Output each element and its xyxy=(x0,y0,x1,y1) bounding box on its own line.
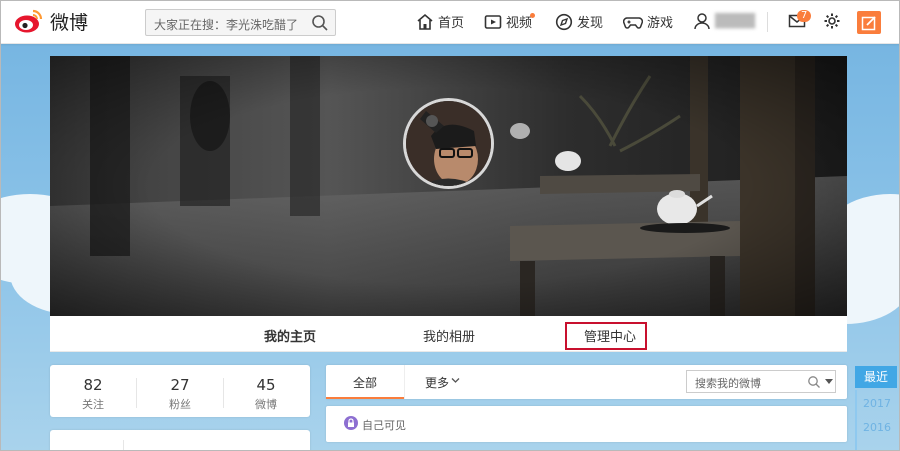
info-card xyxy=(50,430,310,451)
timeline-year-2016[interactable]: 2016 xyxy=(863,421,891,434)
stat-posts[interactable]: 45 微博 xyxy=(223,376,309,412)
timeline-recent[interactable]: 最近 xyxy=(855,366,897,388)
video-new-dot xyxy=(530,13,535,18)
profile-avatar[interactable] xyxy=(403,98,494,189)
feed-tab-more[interactable]: 更多 xyxy=(425,365,475,399)
user-icon xyxy=(694,13,710,30)
user-name: ████ xyxy=(715,13,755,29)
avatar-image xyxy=(406,101,491,186)
feed-search-placeholder: 搜索我的微博 xyxy=(695,377,761,390)
game-icon xyxy=(623,16,643,29)
notification-count-badge: 7 xyxy=(797,10,812,22)
nav-item-game[interactable]: 游戏 xyxy=(623,12,673,31)
dropdown-arrow-icon[interactable] xyxy=(825,379,833,385)
post-visibility-row: 自己可见 xyxy=(326,406,847,442)
discover-icon xyxy=(555,13,573,30)
edit-icon xyxy=(861,15,876,30)
timeline-year-2017[interactable]: 2017 xyxy=(863,397,891,410)
feed-tab-more-label: 更多 xyxy=(425,376,450,390)
nav-discover-label: 发现 xyxy=(577,16,604,31)
management-center-highlight xyxy=(565,322,647,350)
feed-tab-divider xyxy=(404,365,405,399)
nav-home-label: 首页 xyxy=(438,16,465,31)
search-input[interactable]: 大家正在搜：李光洙吃醋了 xyxy=(145,9,336,36)
feed-tab-all-label: 全部 xyxy=(353,376,378,390)
posts-label: 微博 xyxy=(255,398,277,411)
tab-my-home[interactable]: 我的主页 xyxy=(264,326,316,345)
search-icon[interactable] xyxy=(807,375,821,389)
lock-icon xyxy=(344,416,358,430)
gear-icon xyxy=(824,13,840,29)
chevron-down-icon xyxy=(451,378,460,383)
stat-followers[interactable]: 27 粉丝 xyxy=(137,376,223,412)
top-navigation-bar: 微博 大家正在搜：李光洙吃醋了 首页 视频 发现 游戏 ████ 7 xyxy=(0,0,900,44)
video-icon xyxy=(484,14,502,29)
profile-tab-bar: 我的主页 我的相册 管理中心 xyxy=(50,316,847,352)
feed-active-indicator xyxy=(326,397,404,399)
card-divider xyxy=(123,440,124,451)
nav-game-label: 游戏 xyxy=(647,16,674,31)
followers-label: 粉丝 xyxy=(169,398,191,411)
nav-item-home[interactable]: 首页 xyxy=(416,12,464,31)
compose-button[interactable] xyxy=(857,11,881,34)
logo-text: 微博 xyxy=(50,11,89,34)
settings-button[interactable] xyxy=(823,12,845,30)
home-icon xyxy=(417,13,433,30)
search-icon[interactable] xyxy=(311,14,329,32)
visibility-label: 自己可见 xyxy=(362,419,406,432)
user-profile-link[interactable]: ████ xyxy=(693,12,755,30)
nav-item-video[interactable]: 视频 xyxy=(484,12,532,31)
stat-following[interactable]: 82 关注 xyxy=(50,376,136,412)
following-label: 关注 xyxy=(82,398,104,411)
posts-count: 45 xyxy=(256,376,276,394)
following-count: 82 xyxy=(83,376,103,394)
tab-my-album[interactable]: 我的相册 xyxy=(423,326,475,345)
weibo-logo-icon xyxy=(15,9,43,33)
search-placeholder: 大家正在搜：李光洙吃醋了 xyxy=(154,18,299,32)
timeline-line xyxy=(855,390,857,451)
weibo-logo[interactable]: 微博 xyxy=(14,7,94,35)
feed-tab-all[interactable]: 全部 xyxy=(326,365,404,399)
feed-search-input[interactable]: 搜索我的微博 xyxy=(686,370,836,393)
followers-count: 27 xyxy=(170,376,190,394)
nav-video-label: 视频 xyxy=(506,16,533,31)
nav-divider xyxy=(767,12,768,32)
nav-item-discover[interactable]: 发现 xyxy=(555,12,603,31)
